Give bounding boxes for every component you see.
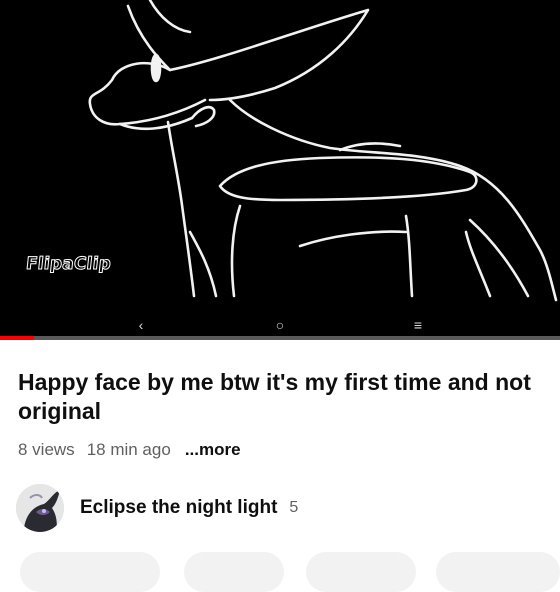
flipaclip-watermark: FlipaClip [24,254,113,275]
action-chip[interactable] [184,552,284,592]
video-progress-bar[interactable] [0,336,560,340]
channel-avatar[interactable] [16,484,64,532]
back-icon[interactable]: ‹ [126,314,156,336]
video-progress-fill [0,336,34,340]
menu-icon[interactable]: ≡ [403,314,433,336]
video-frame-drawing [88,0,558,302]
action-chip-row [0,552,560,592]
upload-age: 18 min ago [86,440,171,459]
video-title: Happy face by me btw it's my first time … [18,369,531,424]
video-metadata: 8 views 18 min ago ...more [18,440,241,460]
subscriber-count: 5 [289,499,299,516]
action-chip[interactable] [20,552,160,592]
player-navigation-bar: ‹ ○ ≡ [0,314,560,336]
video-player[interactable]: FlipaClip ‹ ○ ≡ [0,0,560,340]
action-chip[interactable] [306,552,416,592]
home-icon[interactable]: ○ [265,314,295,336]
avatar-image [16,484,64,532]
more-description-link[interactable]: ...more [185,440,241,460]
channel-row: Eclipse the night light 5 [16,484,298,532]
view-count: 8 views [18,440,75,459]
channel-name[interactable]: Eclipse the night light [80,497,277,519]
action-chip[interactable] [436,552,560,592]
